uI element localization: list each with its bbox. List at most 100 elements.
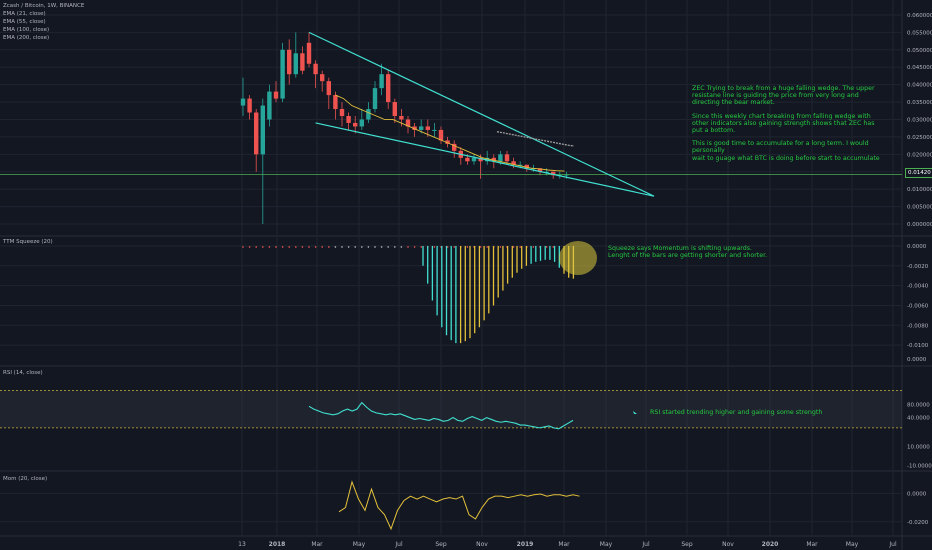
squeeze-dot	[321, 246, 324, 248]
chart-canvas[interactable]: 0.060000 0.055000 0.050000 0.045000 0.040000…	[0, 0, 932, 550]
squeeze-dot	[545, 246, 548, 248]
squeeze-dot	[308, 246, 310, 248]
squeeze-dot	[255, 246, 257, 248]
squeeze-dot	[334, 246, 337, 248]
squeeze-dot	[314, 246, 317, 248]
wedge-trendline	[315, 122, 655, 197]
candle-body	[293, 53, 298, 75]
ttm-pane-title[interactable]: TTM Squeeze (20)	[3, 239, 53, 245]
candle-body	[425, 126, 430, 130]
squeeze-dot	[361, 246, 363, 248]
x-tick-label: 2018	[269, 541, 286, 548]
x-tick-label: Jul	[888, 541, 897, 548]
squeeze-dot	[328, 246, 330, 248]
time-axis[interactable]: 13 2018 Mar May Jul Sep Nov 2019 Mar May Jul Sep Nov…	[238, 541, 897, 548]
x-tick-label: 13	[238, 541, 246, 548]
ema-55-label[interactable]: EMA (55, close)	[3, 18, 46, 26]
ttm-squeeze-bars	[242, 241, 597, 344]
squeeze-dot	[268, 246, 271, 248]
price-tick-label: 0.030000	[907, 117, 932, 123]
squeeze-annotation: Squeeze says Momentum is shifting upward…	[608, 245, 768, 260]
squeeze-dot	[532, 246, 535, 248]
squeeze-dot	[413, 246, 416, 248]
squeeze-highlight	[559, 241, 597, 275]
candle-body	[247, 98, 252, 113]
squeeze-dot	[374, 246, 376, 248]
squeeze-dot	[248, 246, 251, 248]
x-tick-label: Sep	[681, 541, 693, 548]
ema-21-line	[335, 94, 565, 172]
x-tick-label: Mar	[558, 541, 570, 548]
candle-body	[419, 126, 424, 130]
squeeze-dot	[394, 246, 396, 248]
squeeze-dot	[400, 246, 403, 248]
candle-body	[353, 122, 358, 127]
x-tick-label: Nov	[722, 541, 734, 548]
candle-body	[287, 49, 292, 75]
candle-body	[504, 154, 510, 162]
x-tick-label: May	[600, 541, 613, 548]
rsi-tick-label: 80.0000	[907, 402, 930, 408]
price-tick-label: 0.035000	[907, 100, 932, 106]
grid-layer	[0, 0, 932, 550]
price-tick-label: 0.045000	[907, 65, 932, 71]
x-tick-label: Nov	[476, 541, 488, 548]
rsi-tick-label: -10.0000	[907, 463, 932, 469]
squeeze-dot	[407, 246, 409, 248]
price-candles	[240, 32, 569, 224]
price-tick-label: 0.060000	[907, 13, 932, 19]
candle-body	[339, 109, 345, 116]
price-tick-label: 0.050000	[907, 48, 932, 54]
candle-body	[366, 109, 371, 120]
candle-body	[300, 53, 305, 71]
candle-body	[326, 81, 331, 96]
squeeze-dot	[281, 246, 284, 248]
squeeze-dot	[347, 246, 350, 248]
candle-body	[346, 116, 351, 123]
candle-body	[254, 112, 259, 155]
squeeze-dot	[275, 246, 277, 248]
squeeze-dot	[242, 246, 244, 248]
ttm-tick-label: -0.0100	[907, 343, 929, 349]
x-tick-label: Sep	[435, 541, 447, 548]
candle-body	[399, 116, 404, 120]
x-tick-label: Mar	[806, 541, 818, 548]
candle-body	[386, 74, 391, 103]
price-tick-label: 0.010000	[907, 187, 932, 193]
squeeze-dot	[288, 246, 291, 248]
rsi-pane-title[interactable]: RSI (14, close)	[3, 370, 43, 376]
wedge-annotation: ZEC Trying to break from a huge falling …	[692, 85, 880, 162]
price-tick-label: 0.055000	[907, 30, 932, 36]
price-axis[interactable]: 0.060000 0.055000 0.050000 0.045000 0.040000…	[907, 13, 932, 526]
x-tick-label: Jul	[394, 541, 403, 548]
mom-tick-label: -0.0200	[907, 520, 929, 526]
candle-body	[313, 63, 318, 75]
candle-body	[359, 119, 364, 127]
squeeze-dot	[499, 246, 502, 248]
squeeze-dot	[486, 246, 489, 248]
squeeze-dot	[354, 246, 357, 248]
ttm-tick-label: -0.0040	[907, 284, 929, 290]
rsi-annotation: RSI started trending higher and gaining …	[650, 409, 823, 416]
squeeze-dot	[295, 246, 297, 248]
price-tick-label: 0.025000	[907, 135, 932, 141]
candle-body	[498, 154, 503, 162]
ttm-tick-label: 0.0000	[907, 357, 927, 363]
candle-body	[392, 102, 397, 116]
squeeze-dot	[341, 246, 343, 248]
ema-21-label[interactable]: EMA (21, close)	[3, 10, 46, 18]
price-tick-label: 0.000000	[907, 222, 932, 228]
squeeze-dot	[512, 246, 515, 248]
candle-body	[273, 91, 279, 99]
rsi-tick-label: 10.0000	[907, 445, 930, 451]
ema-200-label[interactable]: EMA (200, close)	[3, 34, 49, 42]
mom-tick-label: 0.0000	[907, 491, 927, 497]
candle-body	[240, 98, 246, 106]
x-tick-label: Mar	[311, 541, 323, 548]
ttm-tick-label: -0.0080	[907, 323, 929, 329]
mom-pane-title[interactable]: Mom (20, close)	[3, 476, 47, 482]
ema-100-label[interactable]: EMA (100, close)	[3, 26, 49, 34]
ttm-tick-label: -0.0020	[907, 264, 929, 270]
candle-body	[320, 74, 325, 82]
x-tick-label: 2019	[517, 541, 534, 548]
